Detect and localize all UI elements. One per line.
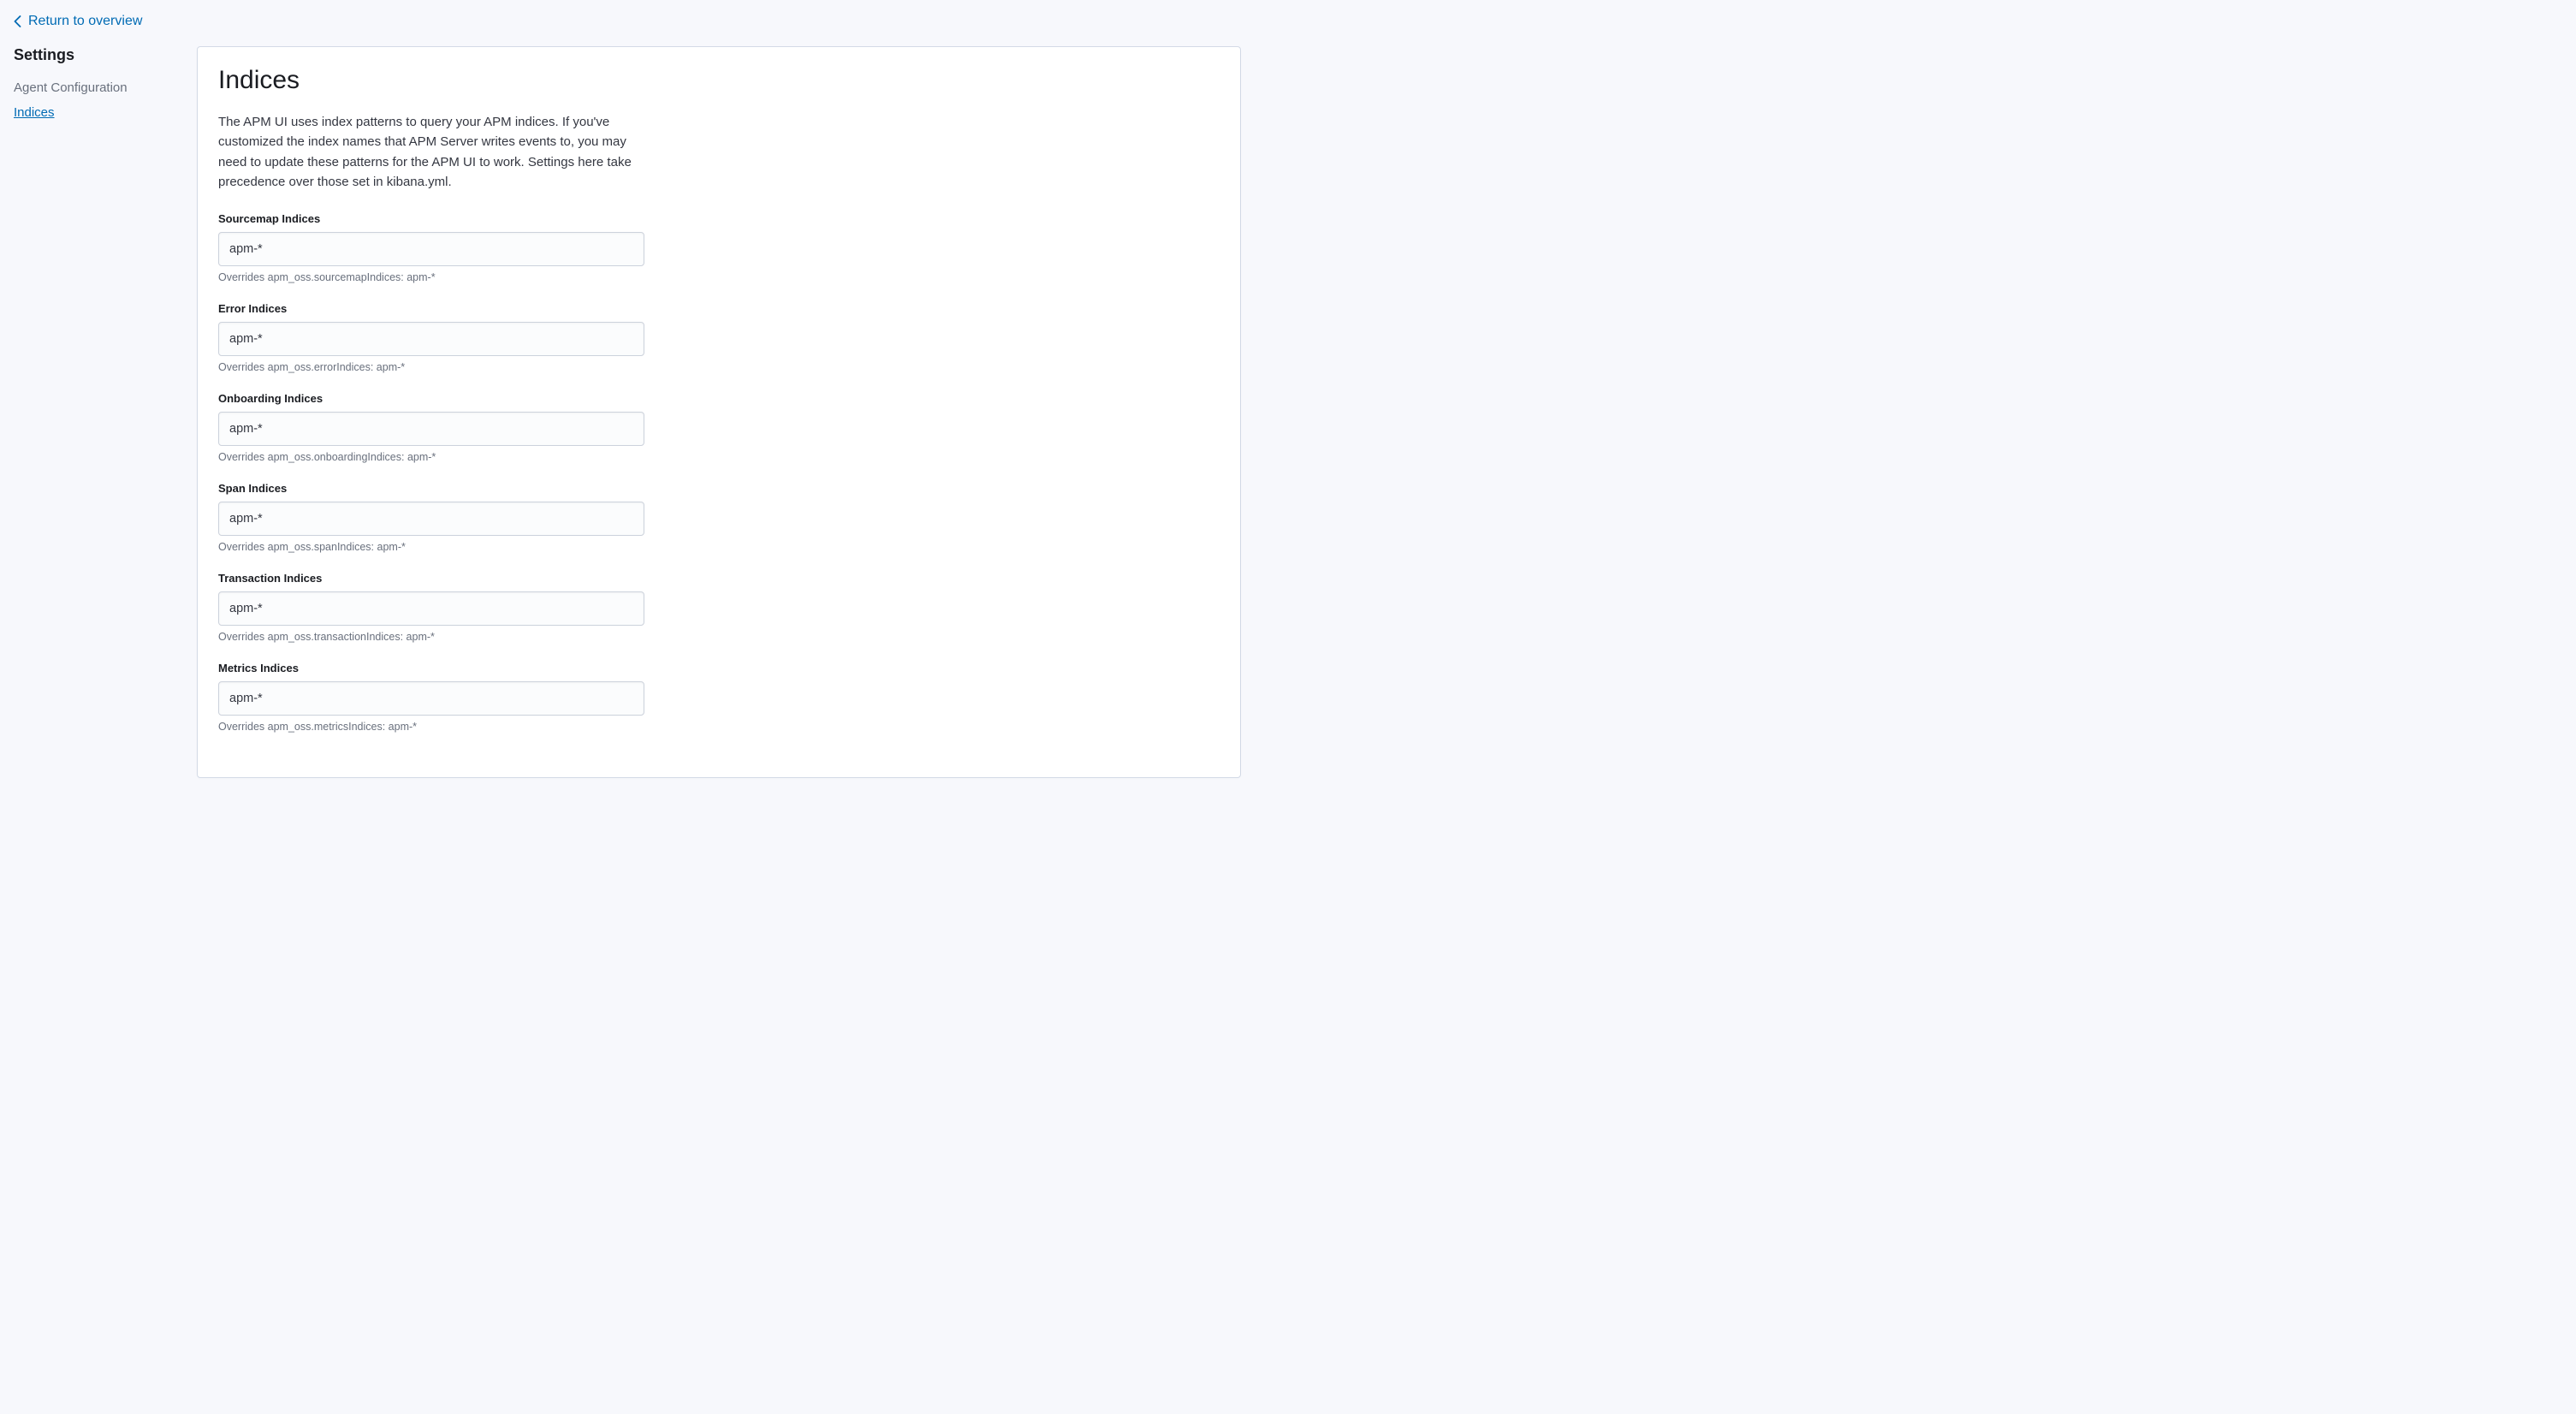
field-label: Onboarding Indices <box>218 392 646 405</box>
settings-sidebar: Settings Agent Configuration Indices <box>14 46 197 125</box>
field-label: Error Indices <box>218 302 646 315</box>
field-transaction-indices: Transaction Indices Overrides apm_oss.tr… <box>218 572 646 643</box>
return-to-overview-label: Return to overview <box>28 14 142 29</box>
field-label: Sourcemap Indices <box>218 212 646 225</box>
page-title: Indices <box>218 66 1220 95</box>
onboarding-indices-input[interactable] <box>218 412 644 446</box>
sidebar-item-indices[interactable]: Indices <box>14 101 183 126</box>
indices-panel: Indices The APM UI uses index patterns t… <box>197 46 1241 778</box>
error-indices-input[interactable] <box>218 322 644 356</box>
field-help: Overrides apm_oss.spanIndices: apm-* <box>218 541 646 553</box>
page-intro: The APM UI uses index patterns to query … <box>218 112 638 192</box>
field-onboarding-indices: Onboarding Indices Overrides apm_oss.onb… <box>218 392 646 463</box>
transaction-indices-input[interactable] <box>218 591 644 626</box>
field-help: Overrides apm_oss.onboardingIndices: apm… <box>218 451 646 463</box>
field-label: Metrics Indices <box>218 662 646 674</box>
field-help: Overrides apm_oss.errorIndices: apm-* <box>218 361 646 373</box>
field-label: Transaction Indices <box>218 572 646 585</box>
chevron-left-icon <box>14 15 21 27</box>
field-sourcemap-indices: Sourcemap Indices Overrides apm_oss.sour… <box>218 212 646 283</box>
field-metrics-indices: Metrics Indices Overrides apm_oss.metric… <box>218 662 646 733</box>
field-error-indices: Error Indices Overrides apm_oss.errorInd… <box>218 302 646 373</box>
field-label: Span Indices <box>218 482 646 495</box>
sidebar-title: Settings <box>14 46 183 64</box>
field-help: Overrides apm_oss.metricsIndices: apm-* <box>218 721 646 733</box>
sidebar-item-agent-configuration[interactable]: Agent Configuration <box>14 76 183 101</box>
return-to-overview-link[interactable]: Return to overview <box>14 14 142 29</box>
field-help: Overrides apm_oss.sourcemapIndices: apm-… <box>218 271 646 283</box>
field-help: Overrides apm_oss.transactionIndices: ap… <box>218 631 646 643</box>
field-span-indices: Span Indices Overrides apm_oss.spanIndic… <box>218 482 646 553</box>
metrics-indices-input[interactable] <box>218 681 644 716</box>
span-indices-input[interactable] <box>218 502 644 536</box>
sourcemap-indices-input[interactable] <box>218 232 644 266</box>
